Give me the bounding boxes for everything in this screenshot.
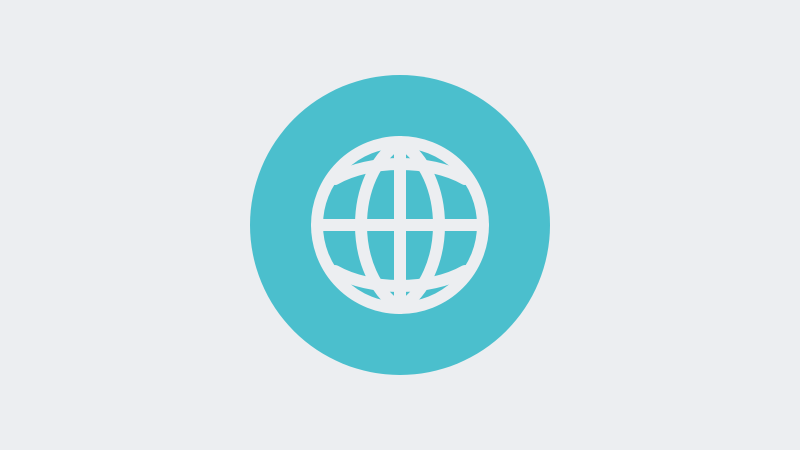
- stage: [0, 0, 800, 450]
- globe-glyph: [311, 136, 489, 314]
- globe-badge: [250, 75, 550, 375]
- globe-icon: [250, 75, 550, 375]
